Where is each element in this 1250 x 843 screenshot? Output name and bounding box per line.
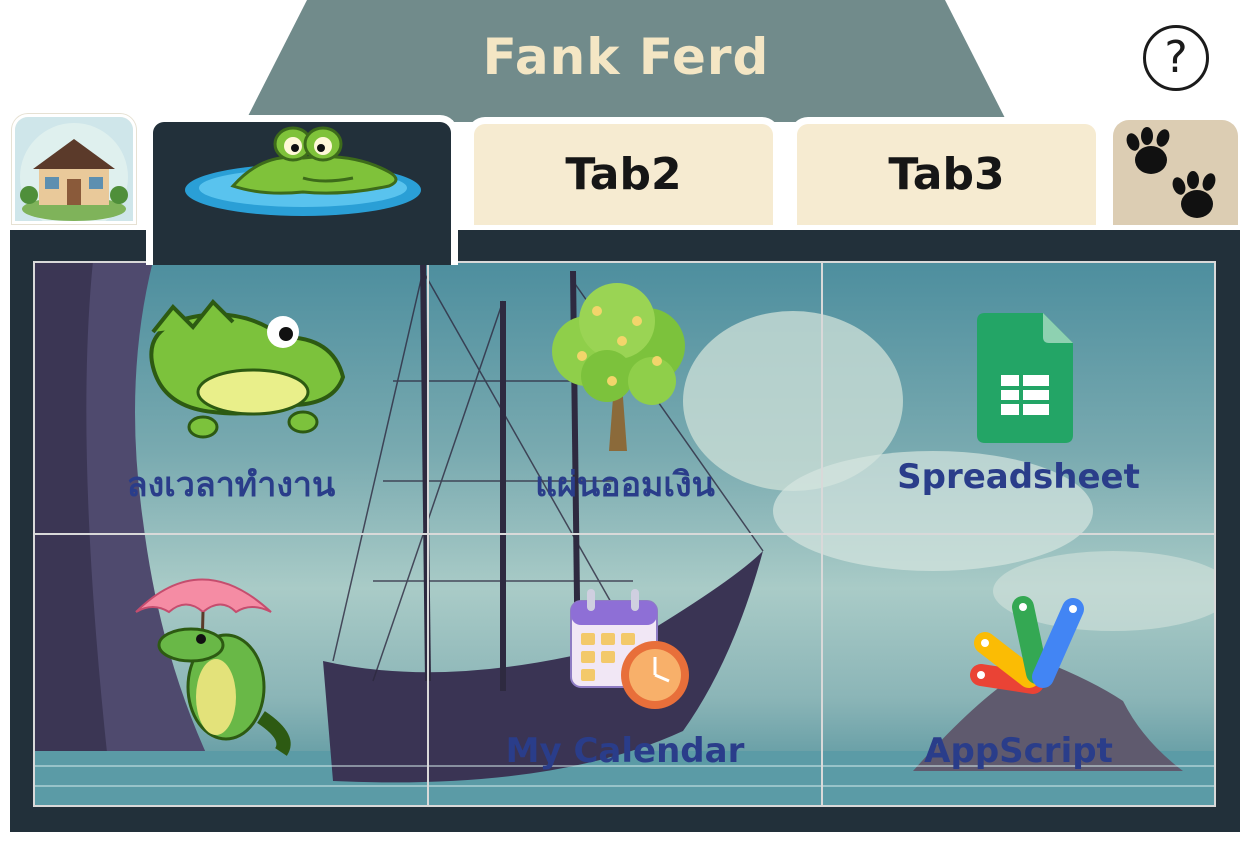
tab-3[interactable]: Tab3 <box>790 117 1103 225</box>
money-tree-icon <box>552 283 685 451</box>
tab-home[interactable] <box>12 114 136 224</box>
app-grid: ลงเวลาทำงาน แผ่นออมเงิน Spreadsheet My C… <box>33 261 1216 807</box>
app-tile-clock-in-label: ลงเวลาทำงาน <box>126 465 336 505</box>
app-tile-spreadsheet[interactable]: Spreadsheet <box>821 261 1216 535</box>
tab-3-label: Tab3 <box>888 149 1005 200</box>
app-tile-spreadsheet-label: Spreadsheet <box>897 457 1140 497</box>
app-tile-my-calendar-label: My Calendar <box>505 731 745 771</box>
house-icon <box>15 117 133 221</box>
app-tile-savings-sheet[interactable]: แผ่นออมเงิน <box>427 261 823 535</box>
app-tile-crocodile-umbrella[interactable] <box>33 533 429 807</box>
tab-2[interactable]: Tab2 <box>467 117 780 225</box>
app-tile-savings-sheet-label: แผ่นออมเงิน <box>535 465 715 505</box>
tab-paw[interactable] <box>1113 120 1238 225</box>
help-button[interactable]: ? <box>1143 25 1209 91</box>
crocodile-umbrella-icon <box>135 578 291 756</box>
google-sheets-icon <box>977 313 1073 443</box>
title-banner: Fank Ferd <box>245 0 1007 122</box>
tab-active-crocodile[interactable] <box>146 115 458 265</box>
app-tile-appscript-label: AppScript <box>924 731 1113 771</box>
help-icon: ? <box>1164 32 1188 83</box>
apps-script-icon <box>970 596 1084 694</box>
paw-prints-icon <box>1126 127 1216 218</box>
app-tile-clock-in[interactable]: ลงเวลาทำงาน <box>33 261 429 535</box>
calendar-clock-icon <box>570 589 689 709</box>
app-tile-appscript[interactable]: AppScript <box>821 533 1216 807</box>
crocodile-icon <box>149 299 346 439</box>
tab-2-label: Tab2 <box>565 149 682 200</box>
app-tile-my-calendar[interactable]: My Calendar <box>427 533 823 807</box>
crocodile-in-water-icon <box>185 126 421 216</box>
page-title: Fank Ferd <box>482 28 770 86</box>
